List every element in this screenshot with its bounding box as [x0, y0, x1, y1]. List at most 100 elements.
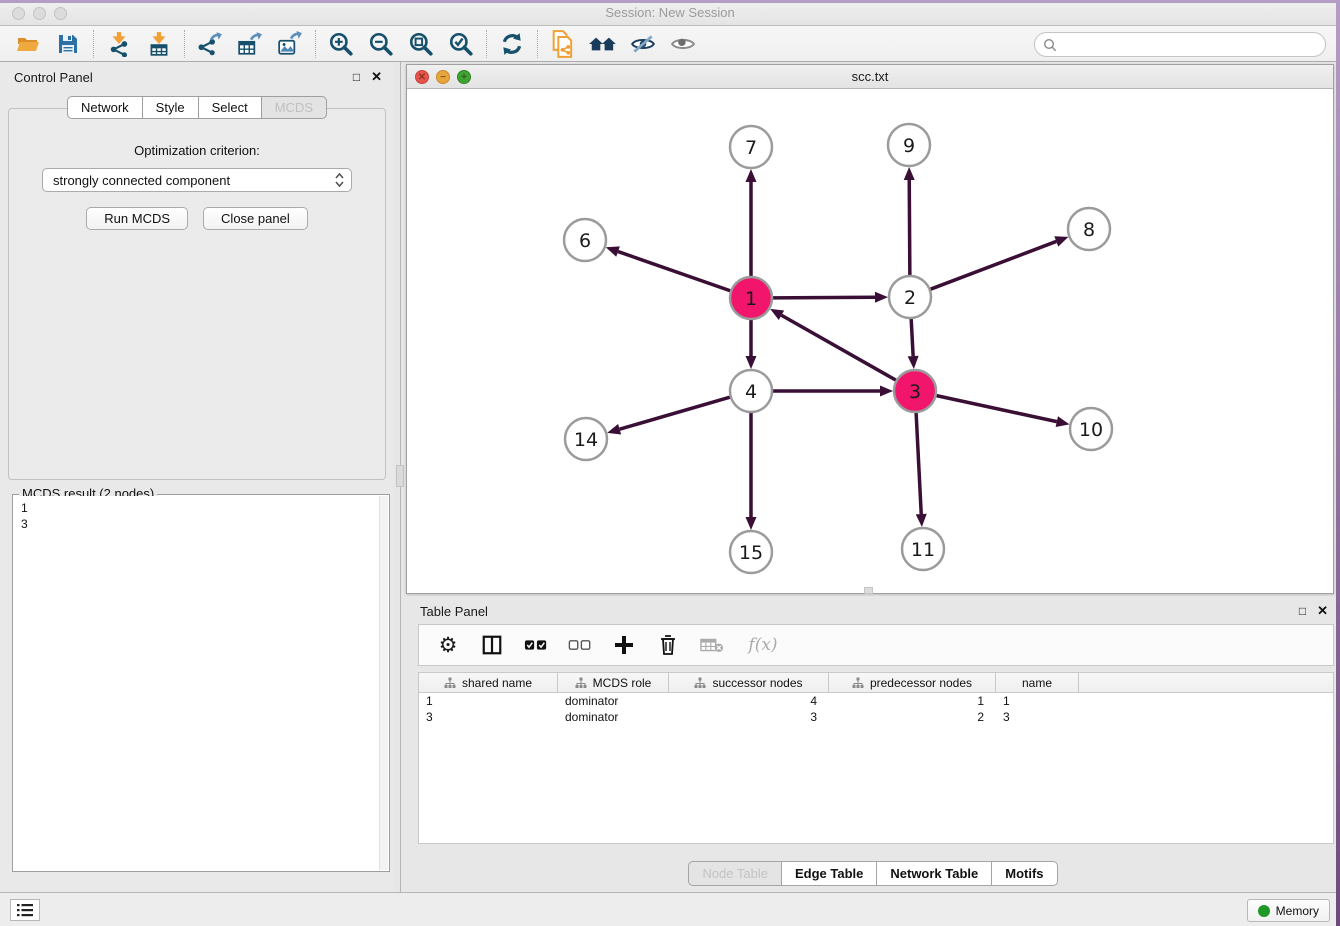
mcds-options-box: Optimization criterion: strongly connect…	[8, 108, 386, 480]
splitter-grip[interactable]	[396, 465, 404, 487]
export-table-icon	[236, 31, 264, 57]
zoom-selected-button[interactable]	[441, 28, 481, 60]
mcds-result-text[interactable]: 1 3	[14, 496, 378, 870]
import-table-button[interactable]	[139, 28, 179, 60]
close-panel-icon[interactable]: ✕	[371, 69, 382, 85]
graph-edge-arrowhead	[908, 356, 919, 369]
graph-edge-arrowhead	[746, 169, 757, 182]
graph-edge-arrowhead	[1054, 236, 1068, 246]
graph-edge-4-14[interactable]	[620, 397, 730, 429]
gear-icon: ⚙	[439, 635, 458, 656]
first-neighbors-button[interactable]	[583, 28, 623, 60]
panel-splitter[interactable]	[394, 62, 406, 892]
float-table-panel-icon[interactable]: □	[1299, 604, 1306, 618]
criterion-select[interactable]: strongly connected component	[42, 168, 352, 192]
tab-style[interactable]: Style	[143, 96, 199, 119]
status-bar: Memory	[0, 892, 1340, 926]
network-graph: 1234678910111415	[407, 89, 1333, 593]
graph-node-label: 15	[739, 542, 763, 564]
graph-edge-arrowhead	[880, 386, 893, 397]
hide-selected-button[interactable]	[623, 28, 663, 60]
tab-network[interactable]: Network	[67, 96, 143, 119]
run-mcds-button[interactable]: Run MCDS	[86, 207, 188, 230]
network-table-splitter[interactable]	[864, 587, 873, 594]
close-panel-button[interactable]: Close panel	[203, 207, 308, 230]
toolbar-separator	[537, 30, 538, 58]
show-all-button[interactable]	[663, 28, 703, 60]
function-builder-button[interactable]: f(x)	[743, 631, 783, 659]
import-network-button[interactable]	[99, 28, 139, 60]
graph-edge-1-2[interactable]	[773, 297, 875, 298]
close-table-panel-icon[interactable]: ✕	[1317, 603, 1328, 619]
toolbar-separator	[486, 30, 487, 58]
network-window-titlebar[interactable]: ✕ − + scc.txt	[407, 65, 1333, 89]
export-image-button[interactable]	[270, 28, 310, 60]
tree-icon	[694, 677, 706, 689]
open-folder-icon	[15, 32, 41, 56]
graph-edge-arrowhead	[607, 424, 621, 435]
tab-network-table[interactable]: Network Table	[877, 861, 992, 886]
export-network-button[interactable]	[190, 28, 230, 60]
save-session-button[interactable]	[48, 28, 88, 60]
delete-column-button[interactable]	[655, 631, 681, 659]
column-header-predecessor-nodes[interactable]: predecessor nodes	[829, 673, 996, 692]
graph-edge-3-11[interactable]	[916, 413, 921, 514]
export-network-icon	[197, 31, 223, 57]
tree-icon	[852, 677, 864, 689]
column-panel-icon	[481, 634, 503, 656]
refresh-icon	[499, 31, 525, 57]
float-panel-icon[interactable]: □	[353, 70, 360, 84]
search-box[interactable]	[1034, 32, 1326, 57]
graph-edge-2-8[interactable]	[931, 241, 1057, 289]
graph-edge-1-6[interactable]	[618, 252, 730, 291]
list-icon	[16, 902, 34, 918]
graph-edge-arrowhead	[746, 356, 757, 369]
tab-select[interactable]: Select	[199, 96, 262, 119]
table-panel-title: Table Panel	[420, 604, 488, 619]
graph-edge-2-3[interactable]	[911, 319, 913, 356]
task-history-button[interactable]	[10, 899, 40, 921]
column-header-shared-name[interactable]: shared name	[419, 673, 558, 692]
column-header-successor-nodes[interactable]: successor nodes	[669, 673, 829, 692]
copy-network-icon	[549, 30, 577, 58]
zoom-out-button[interactable]	[361, 28, 401, 60]
delete-table-button[interactable]	[699, 631, 725, 659]
function-icon: f(x)	[748, 635, 777, 655]
table-settings-button[interactable]: ⚙	[435, 631, 461, 659]
graph-node-label: 2	[904, 287, 916, 309]
apply-layout-button[interactable]	[492, 28, 532, 60]
graph-edge-arrowhead	[746, 517, 757, 530]
zoom-fit-button[interactable]	[401, 28, 441, 60]
delete-table-icon	[700, 636, 724, 654]
show-column-button[interactable]	[479, 631, 505, 659]
tab-edge-table[interactable]: Edge Table	[782, 861, 877, 886]
tab-mcds[interactable]: MCDS	[262, 96, 327, 119]
search-icon	[1043, 38, 1057, 52]
window-title: Session: New Session	[0, 0, 1340, 26]
search-input[interactable]	[1062, 37, 1325, 52]
zoom-in-button[interactable]	[321, 28, 361, 60]
graph-edge-2-9[interactable]	[909, 180, 910, 275]
memory-button[interactable]: Memory	[1247, 899, 1330, 922]
table-row[interactable]: 3 dominator 3 2 3	[419, 709, 1333, 725]
memory-status-icon	[1258, 905, 1270, 917]
network-canvas[interactable]: 1234678910111415	[407, 89, 1333, 593]
open-session-button[interactable]	[8, 28, 48, 60]
graph-edge-3-10[interactable]	[937, 396, 1057, 422]
workspace-area: ✕ − + scc.txt 1234678910111415 Table Pan…	[406, 62, 1340, 892]
export-table-button[interactable]	[230, 28, 270, 60]
checked-boxes-icon	[524, 638, 548, 652]
deselect-all-button[interactable]	[567, 631, 593, 659]
column-header-mcds-role[interactable]: MCDS role	[558, 673, 669, 692]
graph-edge-3-1[interactable]	[781, 315, 895, 380]
new-network-from-selection-button[interactable]	[543, 28, 583, 60]
table-row[interactable]: 1 dominator 4 1 1	[419, 693, 1333, 709]
tree-icon	[575, 677, 587, 689]
graph-node-label: 14	[574, 429, 598, 451]
tab-node-table[interactable]: Node Table	[688, 861, 782, 886]
add-column-button[interactable]	[611, 631, 637, 659]
column-header-name[interactable]: name	[996, 673, 1079, 692]
tab-motifs[interactable]: Motifs	[992, 861, 1057, 886]
select-all-button[interactable]	[523, 631, 549, 659]
result-scrollbar[interactable]	[379, 496, 388, 870]
